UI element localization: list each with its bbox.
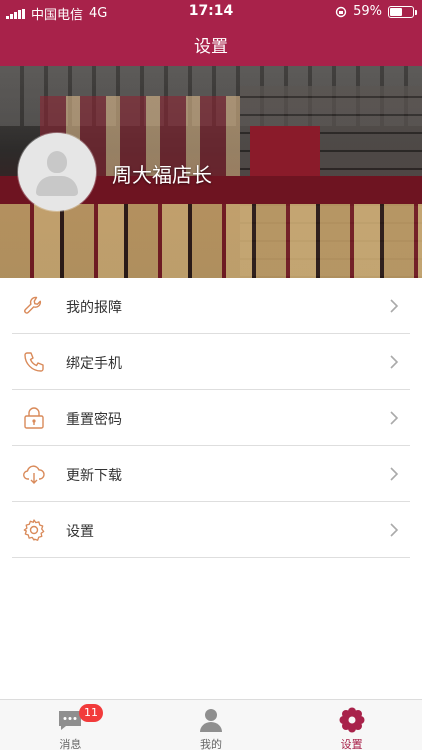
- phone-icon: [24, 352, 44, 372]
- menu-item-update-download[interactable]: 更新下载: [12, 446, 410, 502]
- menu-item-label: 更新下载: [66, 468, 122, 484]
- tab-settings[interactable]: 设置: [281, 700, 422, 750]
- tab-mine[interactable]: 我的: [141, 700, 282, 750]
- chevron-right-icon: [390, 411, 399, 425]
- battery-percent: 59%: [353, 4, 382, 19]
- tab-bar: 11 消息 我的 设置: [0, 699, 422, 750]
- banner-storefront-lower: [0, 204, 422, 278]
- tab-label: 我的: [200, 738, 222, 750]
- chevron-right-icon: [390, 355, 399, 369]
- menu-item-label: 我的报障: [66, 300, 122, 316]
- banner-store-sign: [250, 126, 320, 176]
- person-icon: [200, 709, 222, 732]
- menu-item-label: 设置: [66, 524, 94, 540]
- avatar[interactable]: [18, 133, 96, 211]
- menu-item-bind-phone[interactable]: 绑定手机: [12, 334, 410, 390]
- menu-item-settings[interactable]: 设置: [12, 502, 410, 558]
- tab-label: 消息: [59, 738, 82, 750]
- status-bar: 中国电信 4G 17:14 59%: [0, 0, 422, 24]
- tab-messages[interactable]: 11 消息: [0, 700, 141, 750]
- profile-name: 周大福店长: [112, 163, 212, 187]
- menu-item-label: 绑定手机: [66, 356, 122, 372]
- cloud-download-icon: [23, 465, 45, 484]
- menu-item-reset-password[interactable]: 重置密码: [12, 390, 410, 446]
- chevron-right-icon: [390, 299, 399, 313]
- chevron-right-icon: [390, 523, 399, 537]
- menu-item-label: 重置密码: [66, 412, 122, 428]
- wrench-icon: [24, 296, 42, 314]
- settings-menu: 我的报障 绑定手机 重置密码 更新下载 设置: [12, 278, 410, 558]
- gear-icon: [23, 519, 45, 541]
- profile-banner: 周大福店长: [0, 66, 422, 278]
- lock-icon: [24, 407, 44, 429]
- chevron-right-icon: [390, 467, 399, 481]
- battery-icon: [388, 5, 417, 18]
- rotation-lock-icon: [335, 6, 347, 17]
- tab-label: 设置: [340, 738, 363, 750]
- page-title: 设置: [194, 37, 228, 57]
- status-right: 59%: [335, 4, 417, 19]
- message-badge: 11: [79, 704, 103, 722]
- header: 中国电信 4G 17:14 59% 设置: [0, 0, 422, 66]
- menu-item-fault-report[interactable]: 我的报障: [12, 278, 410, 334]
- flower-gear-icon: [339, 707, 365, 733]
